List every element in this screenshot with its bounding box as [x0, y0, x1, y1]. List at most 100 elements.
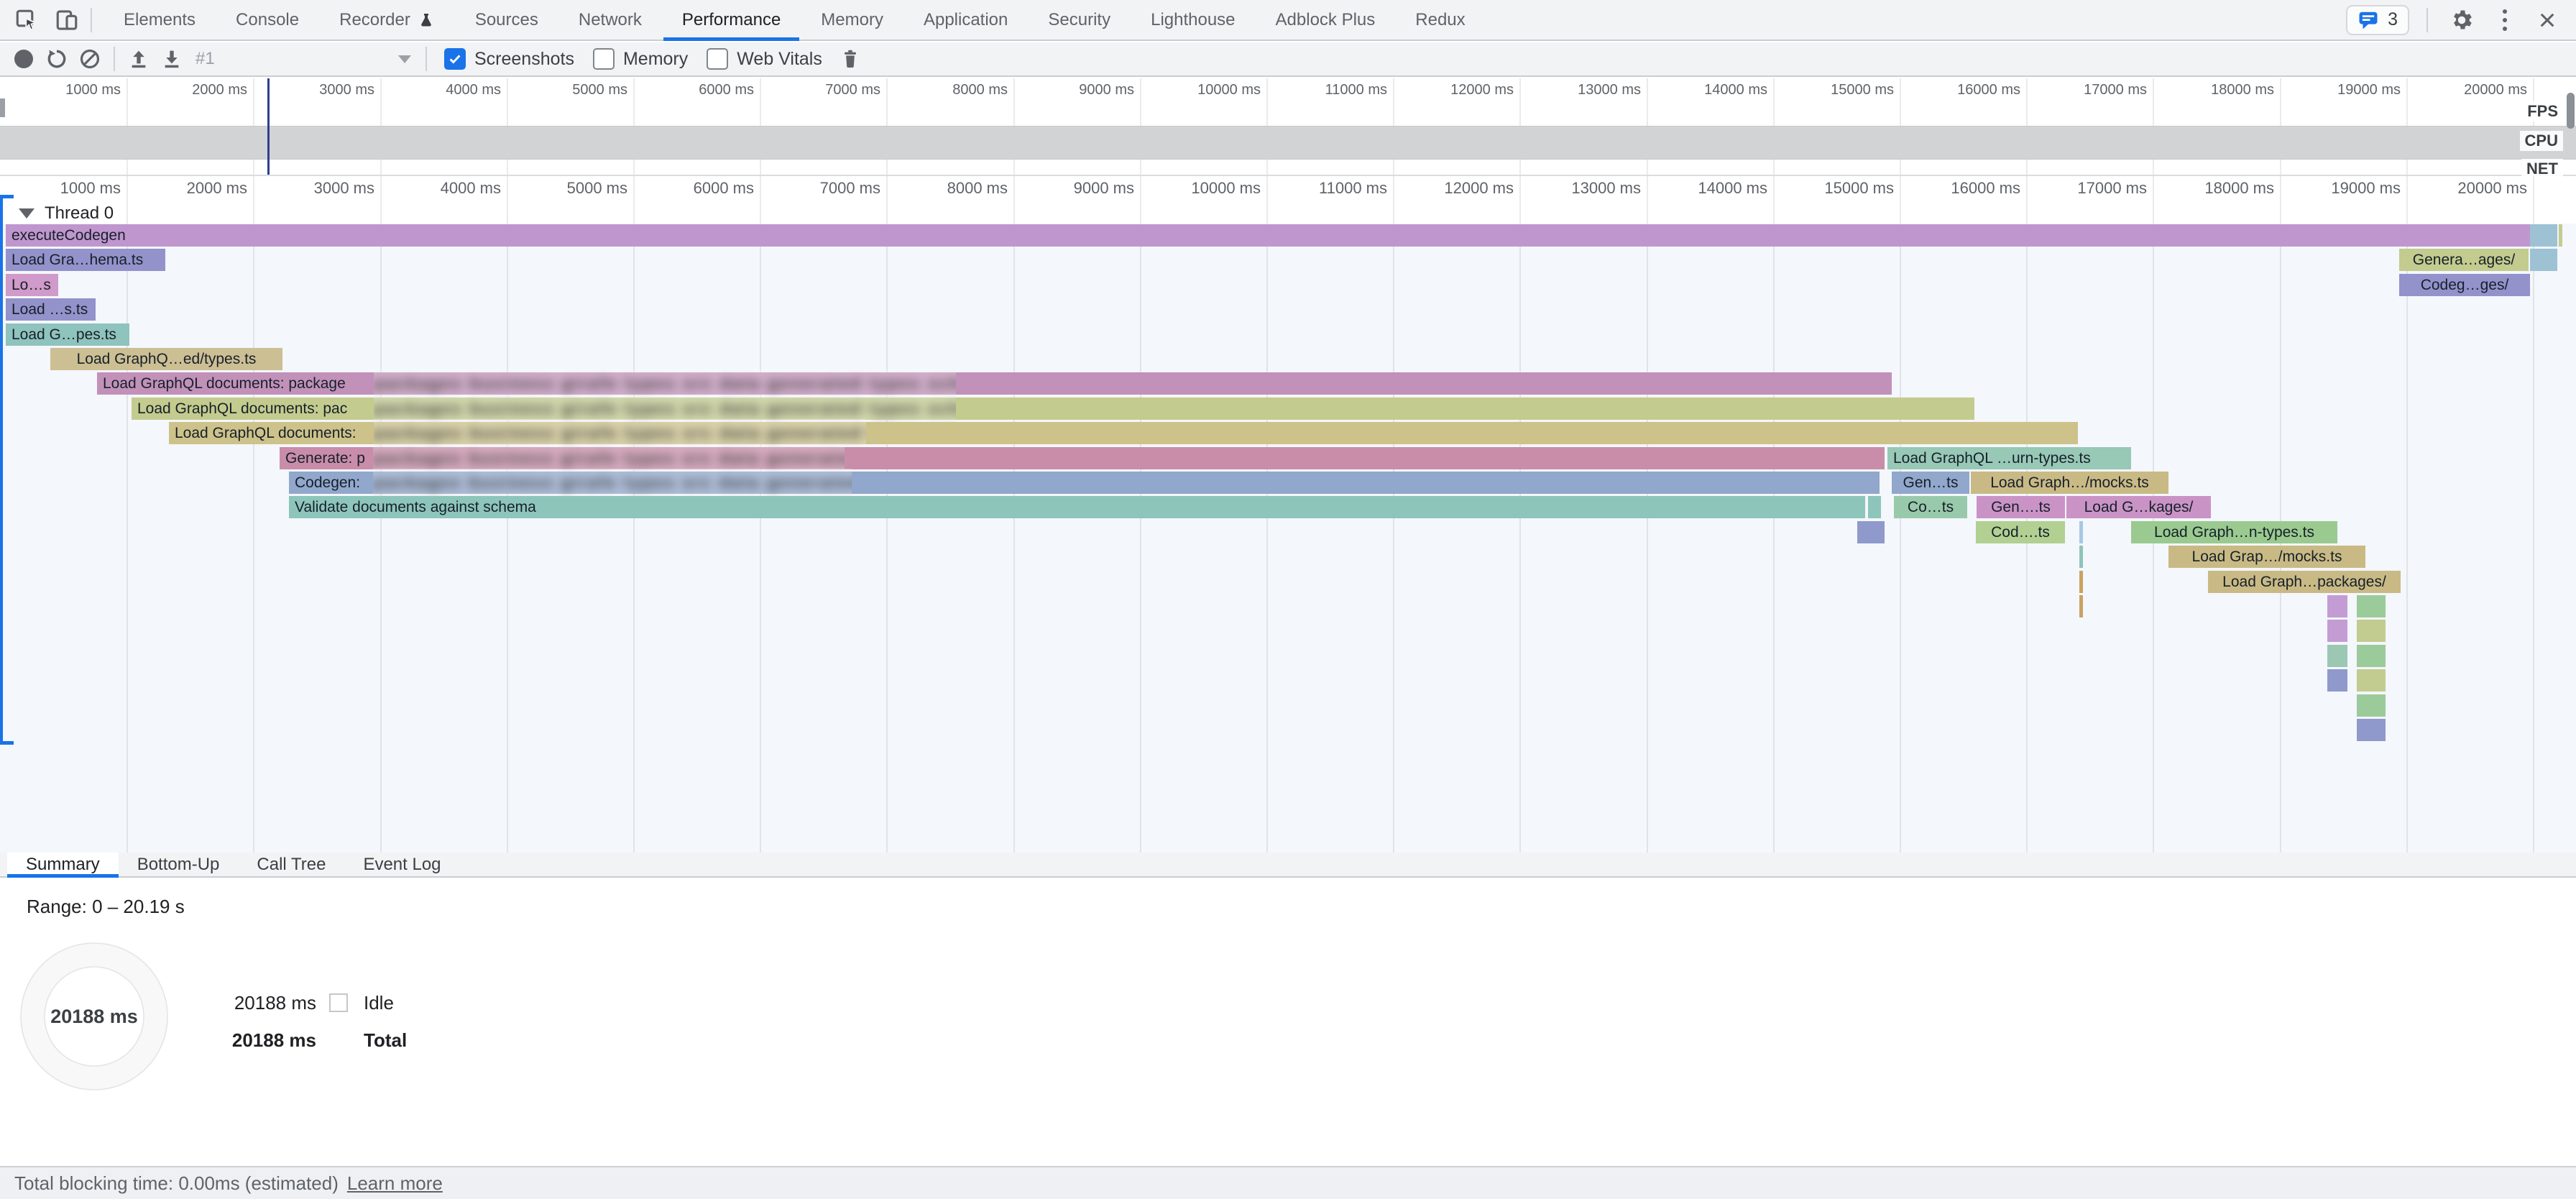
inspect-element-icon[interactable]	[10, 4, 43, 37]
tab-network[interactable]: Network	[558, 0, 662, 40]
flame-bar-fragment[interactable]	[2357, 694, 2386, 717]
flame-bar-gen-ts[interactable]: Gen….ts	[1977, 496, 2065, 518]
flame-bar-load-gra-hema-ts[interactable]: Load Gra…hema.ts	[6, 249, 165, 271]
flame-ruler-tick: 11000 ms	[1265, 179, 1387, 199]
checkbox-memory[interactable]: Memory	[593, 48, 688, 70]
flame-bar-genera-ages[interactable]: Genera…ages/	[2399, 249, 2529, 271]
flame-bar-load-graphql-documents-package[interactable]: Load GraphQL documents: packagepackages …	[97, 372, 1892, 395]
more-options-icon[interactable]	[2488, 4, 2521, 37]
checkbox-box-web-vitals[interactable]	[707, 48, 728, 70]
flame-bar-codeg-ges[interactable]: Codeg…ges/	[2399, 274, 2530, 296]
close-devtools-icon[interactable]: ×	[2531, 6, 2563, 35]
tab-lighthouse[interactable]: Lighthouse	[1131, 0, 1255, 40]
thread-header[interactable]: Thread 0	[19, 203, 114, 224]
tab-redux[interactable]: Redux	[1395, 0, 1485, 40]
save-profile-button[interactable]	[155, 42, 188, 75]
flame-bar-fragment[interactable]	[2357, 669, 2386, 692]
tab-sources[interactable]: Sources	[455, 0, 558, 40]
flame-bar-label: Gen….ts	[1977, 496, 2065, 518]
flame-bar-fragment[interactable]	[2079, 571, 2083, 593]
flame-bar-load-graphql-documents[interactable]: Load GraphQL documents:packages business…	[169, 422, 2078, 444]
flame-bar-load-g-kages[interactable]: Load G…kages/	[2066, 496, 2211, 518]
settings-gear-icon[interactable]	[2445, 4, 2478, 37]
flame-bar-generate-p[interactable]: Generate: ppackages business girafe type…	[280, 447, 1885, 469]
flame-bar-lo-s[interactable]: Lo…s	[6, 274, 58, 296]
vertical-scrollbar-thumb[interactable]	[2567, 93, 2575, 129]
flame-bar-load-graph-mocks-ts[interactable]: Load Graph…/mocks.ts	[1971, 472, 2168, 494]
flame-bar-fragment[interactable]	[2357, 645, 2386, 667]
flame-bar-fragment[interactable]	[2079, 521, 2083, 543]
flame-bar-validate-documents-against-schema[interactable]: Validate documents against schema	[289, 496, 1865, 518]
flame-ruler-tick: 3000 ms	[252, 179, 374, 199]
tab-recorder[interactable]: Recorder	[319, 0, 455, 40]
flame-bar-fragment[interactable]	[2079, 546, 2083, 568]
flame-bar-codegen[interactable]: Codegen:packages business girafe types s…	[289, 472, 1880, 494]
flame-bar-fragment[interactable]	[2079, 595, 2083, 617]
checkbox-web-vitals[interactable]: Web Vitals	[707, 48, 822, 70]
reload-and-record-button[interactable]	[40, 42, 73, 75]
record-button[interactable]	[7, 42, 40, 75]
clear-recording-button[interactable]	[73, 42, 106, 75]
flame-bar-fragment[interactable]	[2357, 620, 2386, 642]
flame-bar-load-grap-mocks-ts[interactable]: Load Grap…/mocks.ts	[2168, 546, 2365, 568]
overview-ruler-tick: 19000 ms	[2286, 82, 2401, 101]
flame-bar-cod-ts[interactable]: Cod….ts	[1976, 521, 2065, 543]
gridline	[253, 176, 254, 853]
flame-bar-load-graph-n-types-ts[interactable]: Load Graph…n-types.ts	[2131, 521, 2337, 543]
flame-bar-load-graph-packages[interactable]: Load Graph…packages/	[2208, 571, 2401, 593]
garbage-collect-button[interactable]	[834, 42, 867, 75]
details-tab-bottom-up[interactable]: Bottom-Up	[119, 853, 239, 876]
learn-more-link[interactable]: Learn more	[347, 1172, 443, 1195]
blurred-text-region: packages business girafe types src data …	[374, 369, 956, 398]
flame-bar-fragment[interactable]	[2357, 719, 2386, 741]
blurred-text: packages business girafe types src data …	[374, 369, 956, 398]
tab-console[interactable]: Console	[216, 0, 319, 40]
flame-bar-fragment[interactable]	[2327, 669, 2347, 692]
flame-bar-co-ts[interactable]: Co…ts	[1894, 496, 1967, 518]
tab-memory[interactable]: Memory	[801, 0, 903, 40]
flame-bar-fragment[interactable]	[2327, 620, 2347, 642]
tab-application[interactable]: Application	[903, 0, 1028, 40]
issues-button[interactable]: 3	[2346, 5, 2409, 35]
device-toolbar-icon[interactable]	[50, 4, 83, 37]
flame-bar-load-graphql-documents-pac[interactable]: Load GraphQL documents: pacpackages busi…	[132, 398, 1974, 420]
tab-label: Lighthouse	[1151, 10, 1235, 30]
flame-bar-load-g-pes-ts[interactable]: Load G…pes.ts	[6, 323, 129, 346]
flame-bar-fragment[interactable]	[2559, 224, 2562, 247]
flame-bar-label: Genera…ages/	[2399, 249, 2529, 271]
tab-adblock-plus[interactable]: Adblock Plus	[1256, 0, 1396, 40]
flame-bar-fragment[interactable]	[2357, 595, 2386, 617]
flame-bar-gen-ts[interactable]: Gen…ts	[1892, 472, 1969, 494]
tab-label: Performance	[682, 10, 781, 30]
flame-bar-load-graphq-ed-types-ts[interactable]: Load GraphQ…ed/types.ts	[50, 348, 282, 370]
checkbox-box-screenshots[interactable]	[444, 48, 466, 70]
flame-bar-load-graphql-urn-types-ts[interactable]: Load GraphQL …urn-types.ts	[1887, 447, 2131, 469]
flame-bar-executecodegen[interactable]: executeCodegen	[6, 224, 2530, 247]
load-profile-button[interactable]	[122, 42, 155, 75]
tab-security[interactable]: Security	[1028, 0, 1131, 40]
flame-ruler-tick: 2000 ms	[125, 179, 247, 199]
flame-bar-label: executeCodegen	[6, 224, 2530, 247]
flame-bar-fragment[interactable]	[2530, 249, 2557, 271]
flame-bar-load-s-ts[interactable]: Load …s.ts	[6, 298, 96, 321]
overview-ruler-tick: 17000 ms	[2032, 82, 2147, 101]
details-tab-event-log[interactable]: Event Log	[344, 853, 459, 876]
flame-bar-fragment[interactable]	[1857, 521, 1885, 543]
checkbox-box-memory[interactable]	[593, 48, 615, 70]
flame-bar-fragment[interactable]	[1868, 496, 1881, 518]
overview-left-handle[interactable]	[0, 98, 5, 117]
checkbox-screenshots[interactable]: Screenshots	[444, 48, 574, 70]
flame-bar-fragment[interactable]	[2530, 224, 2557, 247]
profile-history-select[interactable]: #1	[188, 49, 418, 69]
tab-elements[interactable]: Elements	[104, 0, 216, 40]
overview-cpu-band	[0, 126, 2576, 160]
details-tab-call-tree[interactable]: Call Tree	[238, 853, 344, 876]
overview-ruler-tick: 14000 ms	[1652, 82, 1767, 101]
flame-bar-fragment[interactable]	[2327, 595, 2347, 617]
tab-performance[interactable]: Performance	[662, 0, 801, 40]
flame-bar-fragment[interactable]	[2327, 645, 2347, 667]
flame-chart[interactable]: 1000 ms2000 ms3000 ms4000 ms5000 ms6000 …	[0, 176, 2576, 853]
timeline-overview[interactable]: 1000 ms2000 ms3000 ms4000 ms5000 ms6000 …	[0, 78, 2576, 176]
overview-ruler-tick: 8000 ms	[893, 82, 1008, 101]
details-tab-summary[interactable]: Summary	[7, 853, 119, 876]
